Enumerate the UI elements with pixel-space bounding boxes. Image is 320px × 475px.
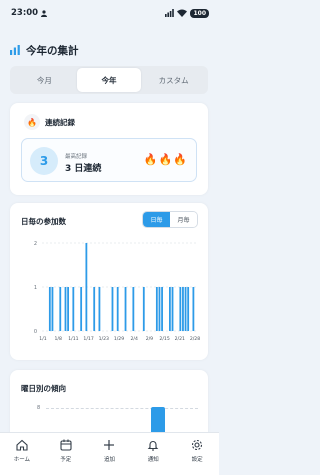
wifi-icon [177,9,188,17]
daily-participation-card: 日毎の参加数 日毎 月毎 0 1 2 1/1 1/8 1/11 1/17 1/23 1/29 2/… [10,203,208,360]
x-tick-label: 2/4 [130,336,137,342]
x-tick-label: 2/15 [159,336,169,342]
daily-toggle-button[interactable]: 日毎 [143,212,170,227]
chart-bar [161,287,163,331]
current-streak: 3 [30,147,58,175]
x-tick-label: 2/21 [175,336,185,342]
bell-icon [146,438,160,452]
chart-bar [48,287,51,331]
page-header: 今年の集計 [10,40,79,60]
chart-bar [80,287,83,331]
bottom-nav: ホーム 予定 追加 通知 設定 [0,432,219,475]
page-title: 今年の集計 [26,44,79,57]
fire-icon: 🔥 [143,153,159,166]
daily-bar-chart: 0 1 2 1/1 1/8 1/11 1/17 1/23 1/29 2/4 2/9 2/15 2/21 2… [34,241,200,342]
fire-icon: 🔥 [158,153,174,166]
chart-bar [168,287,171,331]
chart-bar [142,287,145,331]
nav-home-label: ホーム [13,457,31,463]
gear-icon [190,438,204,452]
status-time: 23:00 [11,8,39,18]
chart-bar [67,287,70,331]
nav-schedule[interactable]: 予定 [44,438,88,475]
weekday-gridline [46,408,198,409]
x-tick-label: 1/17 [83,336,93,342]
signal-icon [165,9,175,17]
chart-bar [72,287,75,331]
nav-add[interactable]: 追加 [88,438,132,475]
streak-header: 🔥 連続記録 [24,114,75,130]
nav-settings-label: 設定 [191,457,203,463]
best-record-value: 3 日連続 [65,164,102,174]
x-tick-label: 1/11 [68,336,78,342]
chart-bar [93,287,96,331]
chart-bar [124,287,127,331]
flame-icons: 🔥🔥🔥 [144,153,188,166]
nav-home[interactable]: ホーム [0,438,44,475]
person-icon [41,9,48,17]
chart-bar [85,243,88,331]
chart-bar [132,287,135,331]
chart-bar [171,287,174,331]
chart-bar [182,287,184,331]
chart-bar [179,287,182,331]
calendar-icon [59,438,73,452]
monthly-toggle-button[interactable]: 月毎 [170,212,197,227]
chart-bar [184,287,187,331]
y-tick-label: 1 [34,285,37,291]
chart-bar [111,287,114,331]
home-icon [15,438,29,452]
battery-indicator: 100 [190,8,209,18]
tab-custom[interactable]: カスタム [141,68,206,92]
x-tick-label: 1/1 [39,336,46,342]
x-tick-label: 2/9 [146,336,153,342]
streak-title: 連続記録 [45,117,75,127]
nav-notifications-label: 通知 [147,457,159,463]
nav-schedule-label: 予定 [60,457,72,463]
x-tick-label: 1/29 [114,336,124,342]
chart-bar [187,287,190,331]
chart-bar [155,287,158,331]
y-tick-label: 2 [34,241,37,247]
nav-add-label: 追加 [103,457,115,463]
daily-chart-title: 日毎の参加数 [21,217,66,226]
status-bar: 23:00 100 [0,0,219,26]
fire-icon: 🔥 [173,153,188,166]
x-tick-label: 2/28 [190,336,200,342]
chart-bar [64,287,67,331]
chart-bar [192,287,195,331]
granularity-toggle: 日毎 月毎 [142,211,198,228]
weekday-chart-title: 曜日別の傾向 [21,384,66,393]
chart-bar [98,287,101,331]
chart-bar [116,287,119,331]
chart-bar [51,287,54,331]
x-tick-label: 1/8 [54,336,61,342]
chart-icon [10,45,20,55]
chart-bar [158,287,161,331]
y-tick-label: 0 [34,329,37,335]
tab-this-year[interactable]: 今年 [76,68,142,92]
x-tick-label: 1/23 [99,336,109,342]
best-record-label: 最高記録 [65,154,88,160]
period-tabs: 今月 今年 カスタム [10,66,208,94]
streak-summary: 3 最高記録 3 日連続 🔥🔥🔥 [21,138,197,182]
nav-settings[interactable]: 設定 [175,438,219,475]
weekday-trend-card: 曜日別の傾向 8 [10,370,208,440]
nav-notifications[interactable]: 通知 [131,438,175,475]
plus-icon [102,438,116,452]
fire-icon: 🔥 [24,114,40,130]
tab-this-month[interactable]: 今月 [12,68,77,92]
chart-bar [59,287,62,331]
weekday-y-tick: 8 [37,405,41,411]
streak-card: 🔥 連続記録 3 最高記録 3 日連続 🔥🔥🔥 [10,103,208,195]
